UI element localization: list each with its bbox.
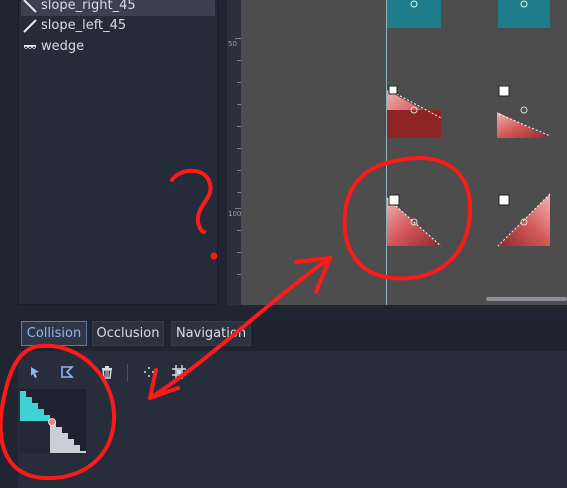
grid-snap-button[interactable]	[138, 361, 160, 383]
guide-line	[386, 0, 387, 305]
edit-polygon-icon	[61, 366, 74, 378]
tile-teal-1[interactable]	[387, 0, 441, 28]
tile-slope-3[interactable]	[386, 194, 442, 247]
grid-snap-icon	[144, 367, 154, 377]
slope-left-icon	[23, 18, 37, 33]
ruler-label-50: 50	[228, 40, 237, 48]
collision-tile-preview[interactable]	[20, 389, 86, 453]
list-item-label: slope_right_45	[41, 0, 136, 13]
tile-viewport[interactable]	[227, 0, 567, 305]
tab-collision[interactable]: Collision	[21, 321, 87, 346]
edit-polygon-button[interactable]	[56, 361, 78, 383]
select-pointer-button[interactable]	[24, 361, 46, 383]
select-pointer-icon	[31, 367, 39, 378]
list-item-slope-right-45[interactable]: slope_right_45	[21, 0, 215, 16]
toolbar-separator	[127, 364, 128, 382]
list-item-label: slope_left_45	[41, 18, 127, 33]
tile-slope-1[interactable]	[387, 85, 442, 138]
list-item-slope-left-45[interactable]: slope_left_45	[21, 15, 215, 36]
wedge-icon	[23, 44, 37, 50]
tile-teal-2[interactable]	[498, 0, 550, 28]
tile-list-panel: slope_right_45 slope_left_45 wedge	[18, 0, 218, 305]
tab-navigation[interactable]: Navigation	[171, 321, 251, 346]
tile-slope-2[interactable]	[497, 85, 551, 138]
vertical-ruler: 50 100	[227, 0, 241, 305]
ruler-label-100: 100	[228, 210, 241, 218]
keep-inside-button[interactable]	[168, 361, 190, 383]
tiles-canvas	[386, 0, 551, 247]
delete-icon	[102, 366, 112, 379]
keep-inside-icon	[172, 365, 186, 379]
horizontal-scrollbar[interactable]	[486, 297, 567, 301]
list-item-label: wedge	[41, 39, 85, 54]
list-item-wedge[interactable]: wedge	[21, 36, 215, 57]
tab-occlusion[interactable]: Occlusion	[92, 321, 164, 346]
delete-button[interactable]	[96, 361, 118, 383]
tile-slope-4[interactable]	[497, 193, 551, 247]
slope-right-icon	[23, 0, 37, 13]
